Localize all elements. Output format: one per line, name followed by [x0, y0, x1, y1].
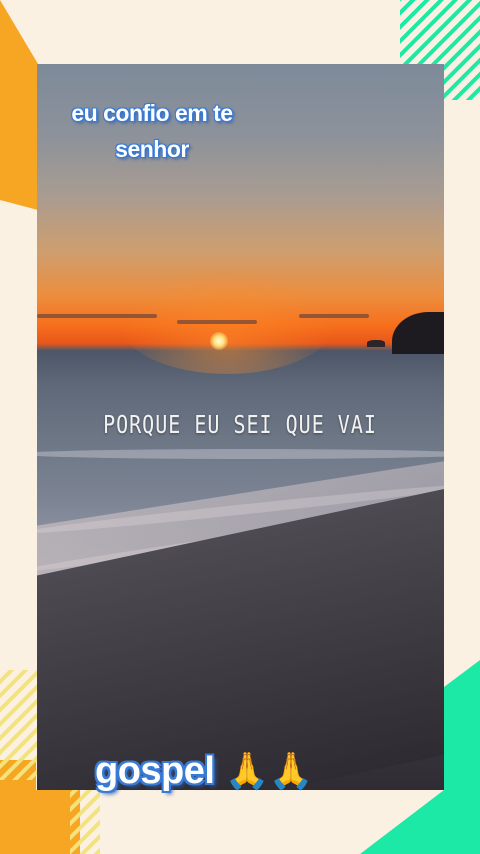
- sunset-glow: [117, 264, 337, 374]
- wave-foam: [37, 449, 444, 459]
- headland-silhouette: [392, 312, 444, 354]
- cloud: [37, 314, 157, 318]
- bottom-caption: gospel 🙏🙏: [95, 750, 314, 793]
- cloud: [177, 320, 257, 324]
- rock-islet: [367, 340, 385, 347]
- top-caption-line2: senhor: [115, 136, 189, 162]
- yellow-stripes-bottom-left: [0, 670, 38, 780]
- orange-triangle-top-left: [0, 0, 38, 210]
- praying-hands-icon: 🙏🙏: [224, 750, 314, 791]
- top-caption-line1: eu confio em te: [71, 100, 233, 126]
- top-caption: eu confio em te senhor: [37, 95, 267, 167]
- cloud: [299, 314, 369, 318]
- yellow-stripes-bottom-center: [70, 790, 100, 854]
- bottom-caption-text: gospel: [95, 750, 215, 792]
- lyric-text: PORQUE EU SEI QUE VAI: [103, 409, 377, 439]
- sun: [210, 332, 228, 350]
